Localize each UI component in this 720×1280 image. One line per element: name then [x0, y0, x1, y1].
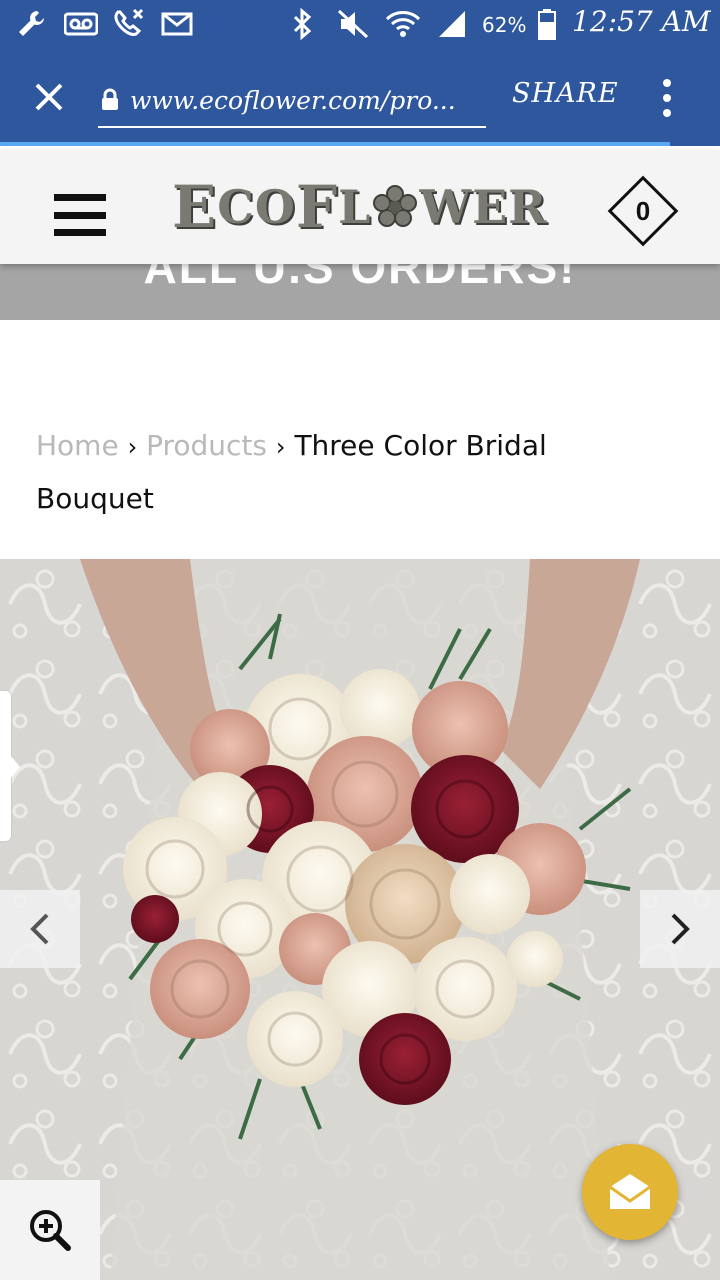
zoom-in-icon — [30, 1210, 71, 1251]
chat-button[interactable] — [582, 1144, 678, 1240]
url-text: www.ecoflower.com/pro... — [130, 85, 456, 115]
battery-percent: 62% — [482, 13, 527, 37]
lock-icon — [98, 85, 122, 115]
bluetooth-icon — [286, 8, 320, 40]
close-tab-button[interactable] — [26, 74, 72, 120]
ecoflower-logo[interactable]: E CO F L WER — [172, 173, 548, 241]
voicemail-icon — [64, 8, 98, 40]
breadcrumb-separator: › — [127, 433, 138, 461]
breadcrumb-products[interactable]: Products — [146, 429, 267, 462]
hamburger-menu-icon[interactable] — [54, 194, 106, 236]
wrench-icon — [14, 8, 48, 40]
share-button[interactable]: SHARE — [512, 78, 619, 109]
chevron-right-icon — [671, 913, 690, 945]
wifi-icon — [386, 8, 420, 40]
logo-text-l: L — [338, 180, 372, 234]
close-icon — [35, 83, 63, 111]
logo-letter-f: F — [295, 173, 339, 241]
logo-text-wer: WER — [419, 180, 548, 234]
overflow-menu-icon[interactable] — [652, 76, 682, 120]
battery-icon — [530, 8, 564, 40]
breadcrumb-separator: › — [275, 433, 286, 461]
chevron-left-icon — [30, 913, 49, 945]
clock: 12:57 AM — [572, 5, 711, 38]
logo-text-co: CO — [217, 180, 296, 234]
next-image-button[interactable] — [640, 890, 720, 968]
signal-icon — [434, 8, 468, 40]
page-load-progress — [0, 142, 670, 146]
previous-image-button[interactable] — [0, 890, 80, 968]
breadcrumb-home[interactable]: Home — [36, 429, 119, 462]
url-field[interactable]: www.ecoflower.com/pro... — [98, 74, 486, 128]
breadcrumb: Home › Products › Three Color Bridal Bou… — [36, 420, 656, 525]
flower-logo-icon — [373, 185, 418, 227]
email-icon — [160, 8, 194, 40]
mute-icon — [336, 8, 370, 40]
chat-icon — [609, 1174, 651, 1209]
status-bar: 62% 12:57 AM — [0, 0, 720, 48]
cart-icon[interactable]: 0 — [606, 174, 680, 248]
missed-call-icon — [112, 8, 146, 40]
zoom-button[interactable] — [0, 1180, 100, 1280]
side-drawer-tab[interactable] — [0, 690, 20, 842]
browser-address-bar: www.ecoflower.com/pro... SHARE — [0, 48, 720, 146]
cart-count: 0 — [635, 195, 651, 226]
logo-letter-e: E — [172, 173, 218, 241]
